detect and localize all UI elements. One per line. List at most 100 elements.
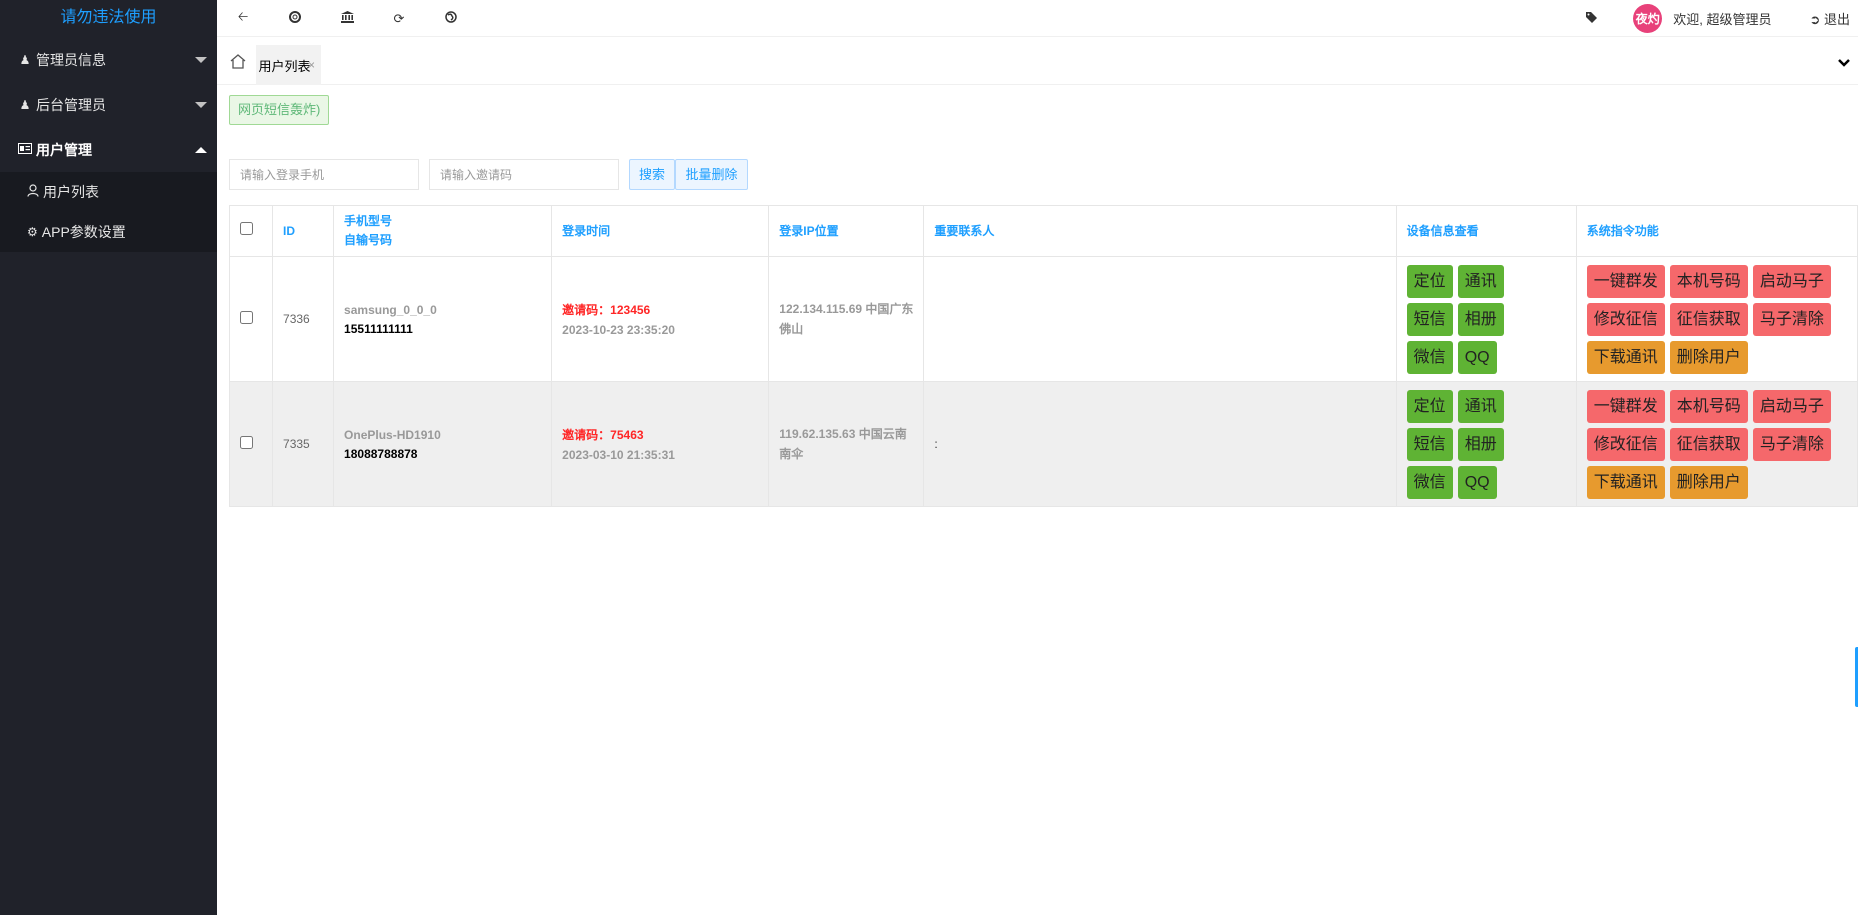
- delete-user-button[interactable]: 删除用户: [1669, 465, 1748, 499]
- sidebar-item-user-management[interactable]: 用户管理: [0, 127, 217, 172]
- download-contacts-button[interactable]: 下载通讯: [1586, 465, 1665, 499]
- get-credit-button[interactable]: 征信获取: [1669, 302, 1748, 336]
- lifebuoy-icon[interactable]: [269, 11, 321, 26]
- local-number-button[interactable]: 本机号码: [1669, 264, 1748, 298]
- phone-search-input[interactable]: [229, 159, 419, 190]
- sms-bomb-button[interactable]: 网页短信轰炸): [229, 95, 330, 125]
- start-trojan-button[interactable]: 启动马子: [1752, 389, 1831, 423]
- sidebar-subitem-user-list[interactable]: 用户列表: [0, 172, 217, 212]
- id-card-icon: [18, 142, 32, 157]
- home-icon[interactable]: [229, 53, 249, 73]
- sidebar-item-label: 后台管理员: [36, 96, 106, 113]
- locate-button[interactable]: 定位: [1406, 264, 1453, 298]
- gear-icon: ⚙: [27, 225, 38, 239]
- invite-code-input[interactable]: [429, 159, 619, 190]
- row-contact: [923, 256, 1397, 382]
- row-system-cell: 一键群发 本机号码 启动马子 修改征信 征信获取 马子清除 下载通讯 删除用户: [1575, 256, 1858, 382]
- modify-credit-button[interactable]: 修改征信: [1586, 427, 1665, 461]
- col-ip: 登录IP位置: [768, 205, 925, 257]
- sidebar-subitem-label: APP参数设置: [41, 224, 126, 240]
- row-checkbox[interactable]: [240, 436, 253, 449]
- modify-credit-button[interactable]: 修改征信: [1586, 302, 1665, 336]
- tab-user-list[interactable]: 用户列表 ×: [256, 45, 321, 85]
- qq-button[interactable]: QQ: [1457, 340, 1497, 374]
- sidebar-subitem-app-settings[interactable]: ⚙ APP参数设置: [0, 212, 217, 252]
- bank-icon[interactable]: [321, 11, 373, 26]
- delete-user-button[interactable]: 删除用户: [1669, 340, 1748, 374]
- qq-button[interactable]: QQ: [1457, 465, 1497, 499]
- row-contact: :: [923, 381, 1397, 507]
- col-model-line2: 自输号码: [344, 233, 393, 247]
- mass-send-button[interactable]: 一键群发: [1586, 389, 1665, 423]
- user-icon: ♟: [19, 52, 31, 67]
- col-model-line1: 手机型号: [344, 214, 393, 228]
- search-button[interactable]: 搜索: [629, 159, 675, 190]
- start-trojan-button[interactable]: 启动马子: [1752, 264, 1831, 298]
- caret-down-icon: [195, 101, 207, 108]
- row-device-cell: 定位 通讯 短信 相册 微信 QQ: [1395, 256, 1577, 382]
- select-all-cell: [228, 205, 274, 257]
- header-toolbar: 🡠 ⟳: [217, 0, 477, 37]
- row-login-time: 2023-03-10 21:35:31: [562, 448, 675, 462]
- caret-down-icon: [195, 56, 207, 63]
- close-icon[interactable]: ×: [308, 58, 315, 72]
- row-phone: 18088788878: [344, 446, 418, 461]
- contacts-button[interactable]: 通讯: [1457, 264, 1504, 298]
- sidebar-item-backend-admin[interactable]: ♟ 后台管理员: [0, 82, 217, 127]
- welcome-text[interactable]: 欢迎, 超级管理员: [1673, 9, 1771, 28]
- tab-label: 用户列表: [258, 58, 311, 74]
- row-ip: 122.134.115.69 中国广东佛山: [768, 256, 925, 382]
- row-checkbox[interactable]: [240, 311, 253, 324]
- col-device: 设备信息查看: [1395, 205, 1577, 257]
- clear-trojan-button[interactable]: 马子清除: [1752, 427, 1831, 461]
- sms-button[interactable]: 短信: [1406, 427, 1453, 461]
- col-login-time: 登录时间: [551, 205, 770, 257]
- user-table: ID 手机型号 自输号码 登录时间 登录IP位置 重要联系人 设备信息查看 系统…: [228, 205, 1858, 507]
- mass-send-button[interactable]: 一键群发: [1586, 264, 1665, 298]
- clear-trojan-button[interactable]: 马子清除: [1752, 302, 1831, 336]
- row-model: samsung_0_0_0: [344, 302, 437, 317]
- row-time-cell: 邀请码：123456 2023-10-23 23:35:20: [551, 256, 770, 382]
- row-invite-code: 邀请码：123456: [562, 303, 651, 317]
- table-row: 7336 samsung_0_0_0 15511111111 邀请码：12345…: [228, 256, 1858, 382]
- user-icon: ♟: [19, 97, 31, 112]
- avatar[interactable]: 夜灼: [1633, 4, 1663, 33]
- batch-delete-button[interactable]: 批量删除: [675, 159, 748, 190]
- wechat-button[interactable]: 微信: [1406, 465, 1453, 499]
- logout-label: 退出: [1823, 12, 1850, 27]
- download-contacts-button[interactable]: 下载通讯: [1586, 340, 1665, 374]
- refresh-icon[interactable]: ⟳: [373, 11, 425, 27]
- sidebar: 请勿违法使用 ♟ 管理员信息 ♟ 后台管理员 用户管理 用户列表 ⚙ APP参数…: [0, 0, 217, 915]
- wechat-button[interactable]: 微信: [1406, 340, 1453, 374]
- album-button[interactable]: 相册: [1457, 302, 1504, 336]
- logout-link[interactable]: ➲ 退出: [1809, 9, 1850, 28]
- col-system: 系统指令功能: [1575, 205, 1858, 257]
- tag-icon[interactable]: [1586, 11, 1598, 26]
- row-id: 7335: [272, 381, 335, 507]
- row-login-time: 2023-10-23 23:35:20: [562, 323, 675, 337]
- album-button[interactable]: 相册: [1457, 427, 1504, 461]
- row-system-cell: 一键群发 本机号码 启动马子 修改征信 征信获取 马子清除 下载通讯 删除用户: [1575, 381, 1858, 507]
- col-contacts: 重要联系人: [923, 205, 1397, 257]
- get-credit-button[interactable]: 征信获取: [1669, 427, 1748, 461]
- sidebar-item-label: 用户管理: [36, 141, 92, 158]
- row-select-cell: [228, 381, 274, 507]
- back-arrow-icon[interactable]: 🡠: [217, 8, 269, 30]
- sidebar-item-admin-info[interactable]: ♟ 管理员信息: [0, 37, 217, 82]
- local-number-button[interactable]: 本机号码: [1669, 389, 1748, 423]
- row-select-cell: [228, 256, 274, 382]
- select-all-checkbox[interactable]: [240, 221, 253, 235]
- caret-up-icon: [195, 146, 207, 153]
- row-time-cell: 邀请码：75463 2023-03-10 21:35:31: [551, 381, 770, 507]
- globe-icon[interactable]: [425, 11, 477, 26]
- row-model-cell: samsung_0_0_0 15511111111: [333, 256, 553, 382]
- contacts-button[interactable]: 通讯: [1457, 389, 1504, 423]
- row-ip: 119.62.135.63 中国云南南伞: [768, 381, 925, 507]
- row-model: OnePlus-HD1910: [344, 427, 441, 442]
- sms-button[interactable]: 短信: [1406, 302, 1453, 336]
- chevron-down-icon[interactable]: [1838, 57, 1850, 69]
- locate-button[interactable]: 定位: [1406, 389, 1453, 423]
- brand-title[interactable]: 请勿违法使用: [0, 0, 217, 37]
- logout-icon: ➲: [1809, 12, 1821, 27]
- table-row: 7335 OnePlus-HD1910 18088788878 邀请码：7546…: [228, 381, 1858, 507]
